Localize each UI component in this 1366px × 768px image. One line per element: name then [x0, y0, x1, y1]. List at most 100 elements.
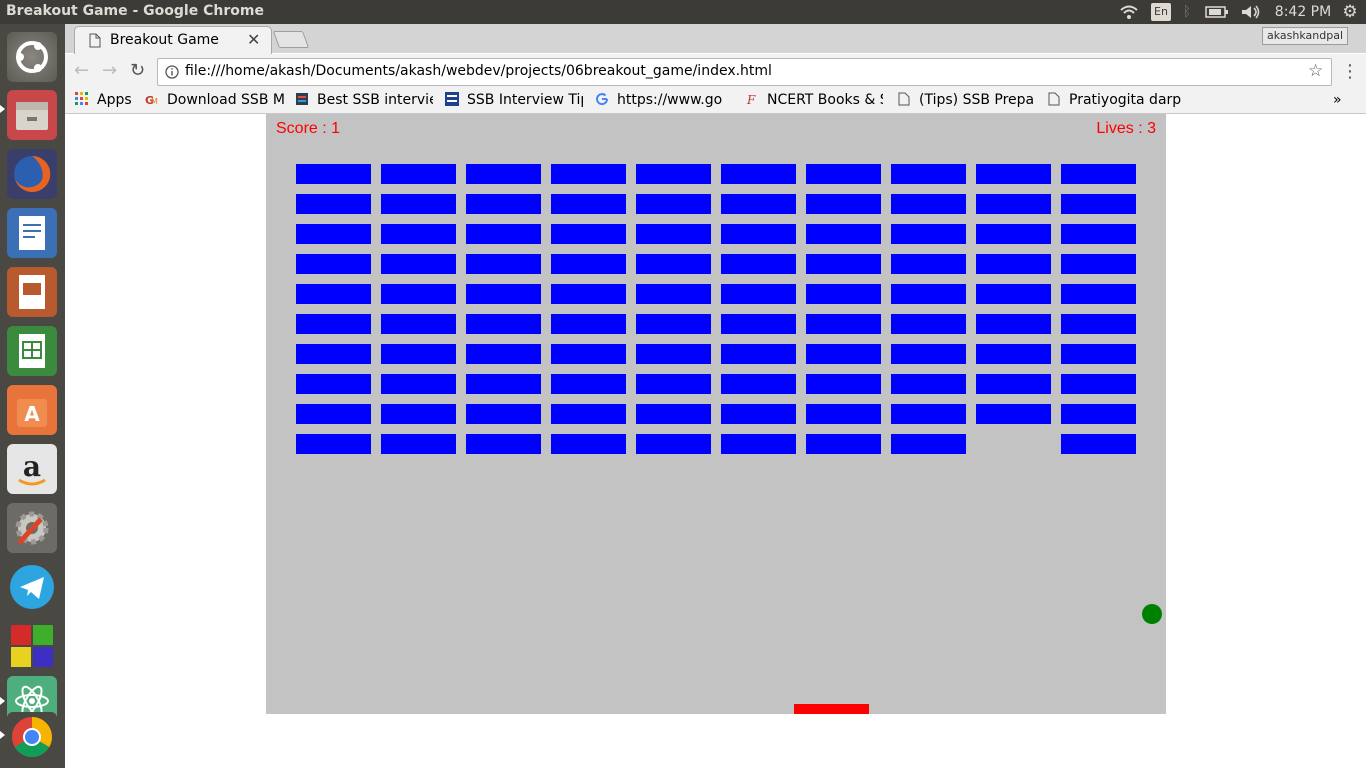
game-icon[interactable] — [7, 621, 57, 671]
bookmark-label: Apps — [97, 92, 132, 108]
chrome-menu-icon[interactable]: ⋮ — [1341, 61, 1359, 82]
bookmark-apps[interactable]: Apps — [75, 90, 137, 110]
brick — [891, 344, 966, 364]
tab-breakout-game[interactable]: Breakout Game ✕ — [74, 26, 272, 55]
apps-grid-icon — [75, 92, 88, 105]
system-settings-icon[interactable] — [7, 503, 57, 553]
brick — [466, 194, 541, 214]
brick — [466, 164, 541, 184]
ubuntu-dash-icon[interactable] — [7, 32, 57, 82]
bookmark-ssb-interview-tips[interactable]: SSB Interview Tip — [445, 90, 583, 110]
settings-gear-icon[interactable]: ⚙ — [1340, 0, 1360, 24]
bookmark-ncert-books[interactable]: F NCERT Books & S — [745, 90, 883, 110]
brick — [551, 374, 626, 394]
brick — [976, 284, 1051, 304]
reload-icon[interactable]: ↻ — [130, 60, 145, 81]
brick — [296, 434, 371, 454]
lives-label: Lives : 3 — [1096, 120, 1156, 137]
bluetooth-icon[interactable]: ᛒ — [1180, 0, 1194, 24]
brick — [891, 314, 966, 334]
bookmark-tips-ssb-preparation[interactable]: (Tips) SSB Prepar — [897, 90, 1035, 110]
paddle[interactable] — [794, 704, 869, 714]
bookmark-pratiyogita-darpan[interactable]: Pratiyogita darp — [1047, 90, 1185, 110]
more-bookmarks-chevron-icon[interactable]: » — [1333, 90, 1349, 110]
brick — [381, 374, 456, 394]
brick — [381, 434, 456, 454]
score-label: Score : 1 — [276, 120, 341, 137]
brick — [381, 254, 456, 274]
brick — [551, 284, 626, 304]
firefox-icon[interactable] — [7, 149, 57, 199]
brick — [296, 164, 371, 184]
brick — [636, 374, 711, 394]
brick — [806, 224, 881, 244]
brick — [466, 284, 541, 304]
impress-icon[interactable] — [7, 267, 57, 317]
page-icon — [898, 92, 910, 106]
forward-arrow-icon[interactable]: → — [102, 60, 117, 81]
brick — [466, 434, 541, 454]
address-bar[interactable]: file:///home/akash/Documents/akash/webde… — [157, 58, 1332, 86]
brick — [806, 284, 881, 304]
profile-badge[interactable]: akashkandpal — [1262, 27, 1349, 45]
brick — [806, 434, 881, 454]
brick — [721, 254, 796, 274]
svg-text:a: a — [23, 450, 41, 483]
files-icon[interactable] — [7, 90, 57, 140]
tab-title: Breakout Game — [110, 32, 219, 48]
brick — [296, 284, 371, 304]
bookmark-label: (Tips) SSB Prepar — [919, 92, 1035, 108]
bookmark-best-ssb-interview[interactable]: Best SSB intervie — [295, 90, 433, 110]
book-icon — [296, 93, 308, 105]
brick — [976, 224, 1051, 244]
writer-icon[interactable] — [7, 208, 57, 258]
keyboard-layout-indicator[interactable]: En — [1151, 3, 1171, 21]
calc-icon[interactable] — [7, 326, 57, 376]
brick — [976, 164, 1051, 184]
bookmark-google[interactable]: https://www.go — [595, 90, 733, 110]
brick — [721, 344, 796, 364]
bookmark-label: SSB Interview Tip — [467, 92, 583, 108]
brick — [636, 254, 711, 274]
telegram-icon[interactable] — [7, 562, 57, 612]
brick — [1061, 284, 1136, 304]
brick — [636, 344, 711, 364]
brick — [466, 404, 541, 424]
brick — [891, 224, 966, 244]
brick — [976, 314, 1051, 334]
brick — [721, 224, 796, 244]
back-arrow-icon[interactable]: ← — [74, 60, 89, 81]
software-center-icon[interactable]: A — [7, 385, 57, 435]
wifi-icon[interactable] — [1118, 0, 1140, 24]
bookmark-label: https://www.go — [617, 92, 723, 108]
bookmark-star-icon[interactable]: ☆ — [1308, 61, 1323, 81]
tab-close-icon[interactable]: ✕ — [247, 30, 260, 49]
brick — [891, 434, 966, 454]
brick — [1061, 374, 1136, 394]
svg-text:A: A — [24, 402, 40, 426]
brick — [1061, 164, 1136, 184]
clock[interactable]: 8:42 PM — [1272, 0, 1334, 24]
amazon-icon[interactable]: a — [7, 444, 57, 494]
brick — [636, 404, 711, 424]
brick — [296, 344, 371, 364]
brick — [806, 254, 881, 274]
brick — [296, 374, 371, 394]
brick — [1061, 194, 1136, 214]
game-canvas[interactable]: Score : 1 Lives : 3 — [266, 114, 1166, 714]
info-icon[interactable] — [165, 65, 179, 79]
brick — [636, 434, 711, 454]
volume-icon[interactable] — [1240, 0, 1262, 24]
brick — [551, 164, 626, 184]
brick — [721, 164, 796, 184]
battery-icon[interactable] — [1204, 0, 1230, 24]
brick — [636, 164, 711, 184]
ball — [1142, 604, 1162, 624]
brick — [721, 194, 796, 214]
bookmark-download-ssb[interactable]: G M Download SSB M — [145, 90, 285, 110]
brick — [891, 404, 966, 424]
chrome-icon[interactable] — [7, 712, 57, 762]
brick — [296, 314, 371, 334]
brick — [721, 434, 796, 454]
new-tab-button[interactable] — [272, 31, 310, 48]
